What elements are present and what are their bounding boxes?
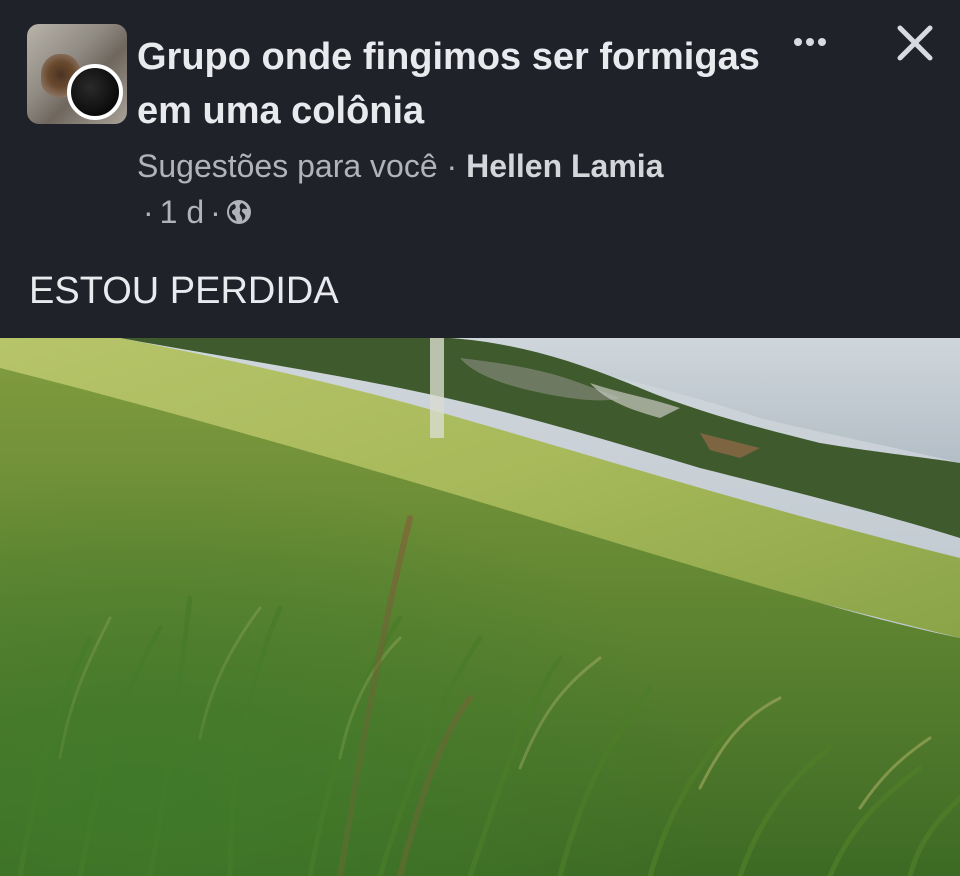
post-text: ESTOU PERDIDA [29, 270, 339, 312]
more-horizontal-icon-dot [806, 38, 814, 46]
more-horizontal-icon-dot [818, 38, 826, 46]
suggestion-label: Sugestões para você [137, 148, 438, 184]
close-button[interactable] [892, 20, 938, 66]
group-name-link[interactable]: Grupo onde fingimos ser formigas em uma … [137, 30, 777, 138]
post-header: Grupo onde fingimos ser formigas em uma … [0, 0, 960, 338]
post-meta: Sugestões para você · Hellen Lamia [137, 144, 663, 188]
post-photo[interactable] [0, 338, 960, 876]
author-avatar[interactable] [67, 64, 123, 120]
globe-icon[interactable] [225, 198, 253, 226]
post-time-row: · 1 d · [143, 190, 253, 234]
post-timestamp[interactable]: 1 d [160, 190, 204, 234]
meta-separator: · [210, 194, 221, 230]
close-icon [897, 25, 933, 61]
more-options-button[interactable] [786, 26, 834, 58]
author-name-link[interactable]: Hellen Lamia [466, 148, 663, 184]
avatar-group[interactable] [27, 24, 127, 124]
meta-separator: · [446, 148, 458, 184]
meta-separator: · [143, 194, 154, 230]
more-horizontal-icon [794, 38, 802, 46]
